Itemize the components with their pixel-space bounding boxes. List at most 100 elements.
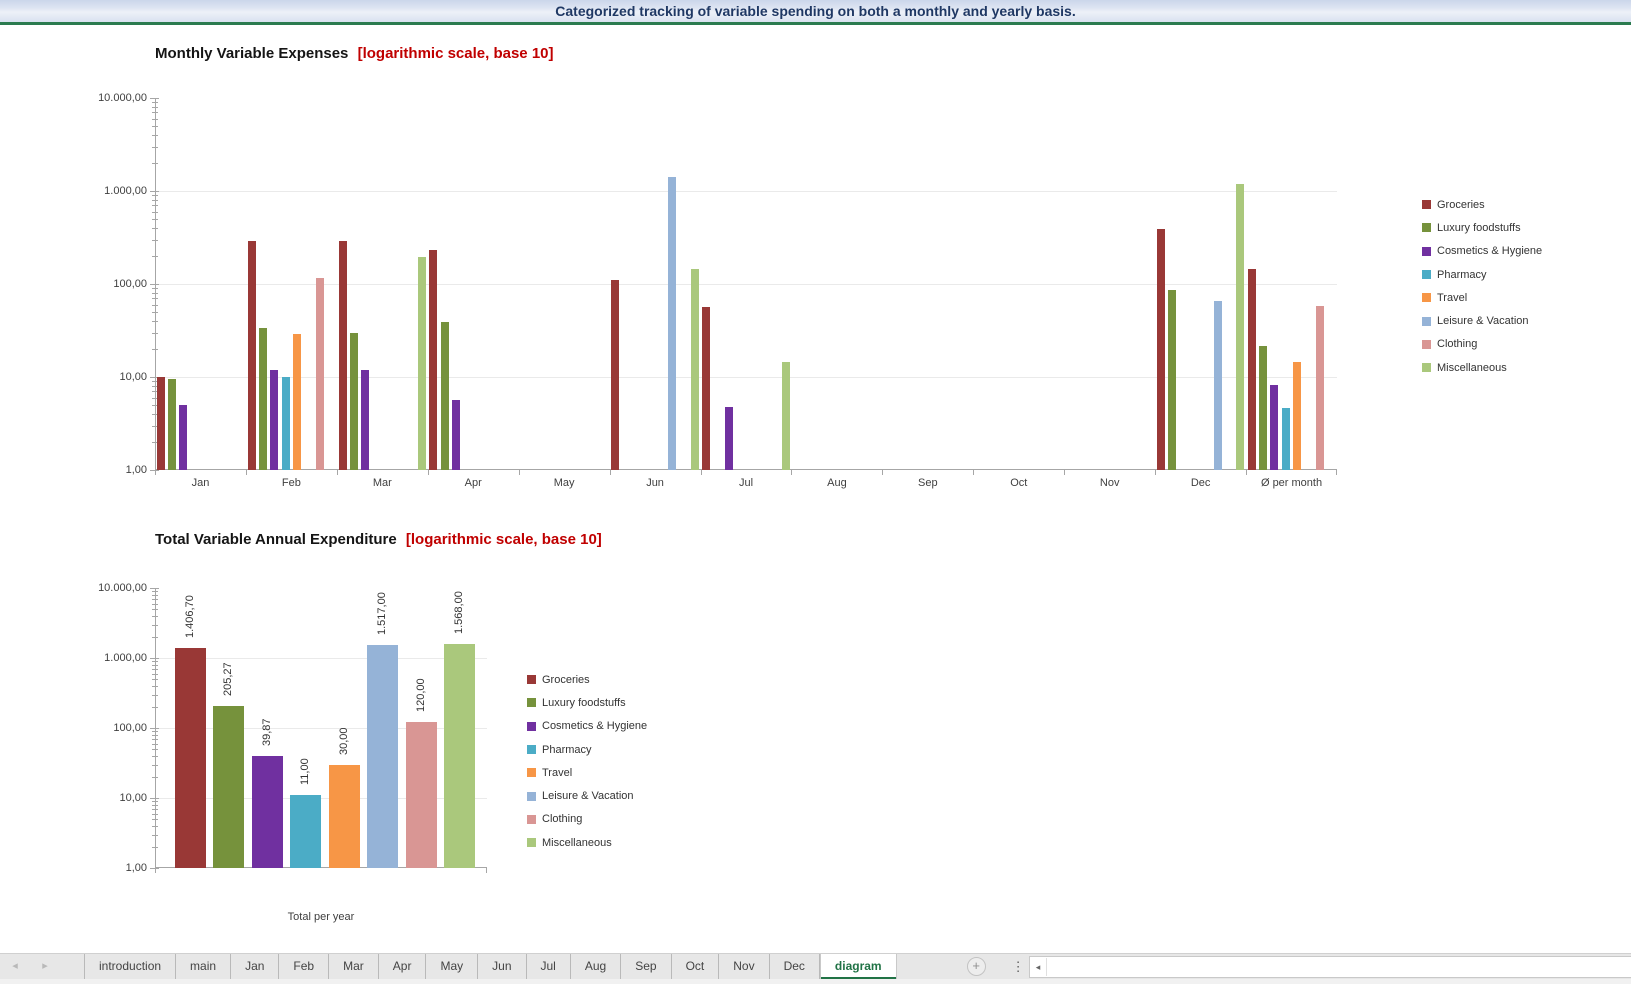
monthly-chart-title: Monthly Variable Expenses [logarithmic s… [155,45,554,62]
sheet-tab-jan[interactable]: Jan [231,954,279,979]
annual-legend-item-leisure-vacation: Leisure & Vacation [527,784,647,807]
monthly-y-minor-tick [152,333,158,334]
sheet-tab-main[interactable]: main [176,954,231,979]
sheet-tab-may[interactable]: May [426,954,478,979]
bar-value-label-cosmetics-hygiene: 39,87 [261,718,274,746]
monthly-y-minor-tick [152,102,158,103]
monthly-legend-item-pharmacy: Pharmacy [1422,263,1542,286]
sheet-tab-diagram[interactable]: diagram [820,954,897,979]
annual-legend-item-miscellaneous: Miscellaneous [527,831,647,854]
sheet-tab-nov[interactable]: Nov [719,954,769,979]
bar-clothing-feb [316,278,324,470]
bar-pharmacy-total [290,795,321,868]
monthly-x-label-oct: Oct [973,477,1064,489]
monthly-x-tick [1064,470,1065,475]
legend-label: Miscellaneous [542,837,612,849]
legend-label: Miscellaneous [1437,362,1507,374]
legend-label: Pharmacy [1437,269,1487,281]
monthly-y-minor-tick [152,256,158,257]
legend-swatch-icon [527,792,536,801]
sheet-tab-mar[interactable]: Mar [329,954,379,979]
sheet-tab-aug[interactable]: Aug [571,954,621,979]
legend-swatch-icon [1422,293,1431,302]
bar-luxury-foodstuffs-apr [441,322,449,470]
monthly-x-tick [1155,470,1156,475]
status-bar-edge [0,979,1631,984]
annual-y-minor-tick [152,765,158,766]
monthly-y-minor-tick [152,305,158,306]
sheet-tab-apr[interactable]: Apr [379,954,427,979]
bar-groceries-total [175,648,206,868]
monthly-x-tick [610,470,611,475]
legend-swatch-icon [1422,247,1431,256]
monthly-y-minor-tick [152,119,158,120]
monthly-y-axis-label: 10,00 [67,370,147,384]
monthly-y-major-tick [150,191,159,192]
sheet-tabs-strip: introductionmainJanFebMarAprMayJunJulAug… [84,954,897,979]
sheet-tab-jul[interactable]: Jul [527,954,571,979]
legend-swatch-icon [527,675,536,684]
bar-cosmetics-hygiene-feb [270,370,278,470]
monthly-x-label-jun: Jun [610,477,701,489]
tab-bar-more-icon[interactable]: ⋮ [1012,959,1026,975]
annual-y-minor-tick [152,735,158,736]
monthly-x-label-apr: Apr [428,477,519,489]
monthly-y-minor-tick [152,240,158,241]
monthly-x-label-nov: Nov [1064,477,1155,489]
bar-cosmetics-hygiene-per-month [1270,385,1278,470]
monthly-y-minor-tick [152,205,158,206]
legend-swatch-icon [527,838,536,847]
monthly-y-minor-tick [152,112,158,113]
banner-text: Categorized tracking of variable spendin… [555,3,1075,19]
bar-luxury-foodstuffs-per-month [1259,346,1267,470]
annual-legend-item-groceries: Groceries [527,668,647,691]
bar-leisure-vacation-jun [668,177,676,470]
annual-y-minor-tick [152,744,158,745]
sheet-tab-sep[interactable]: Sep [621,954,671,979]
annual-y-minor-tick [152,669,158,670]
bar-travel-feb [293,334,301,470]
legend-swatch-icon [1422,363,1431,372]
monthly-y-minor-tick [152,126,158,127]
scrollbar-left-arrow-icon[interactable]: ◂ [1030,958,1047,976]
monthly-chart-title-suffix: [logarithmic scale, base 10] [358,45,554,62]
sheet-tab-jun[interactable]: Jun [478,954,526,979]
legend-label: Clothing [1437,338,1477,350]
sheet-tab-dec[interactable]: Dec [770,954,820,979]
bar-clothing-total [406,722,437,868]
sheet-tab-introduction[interactable]: introduction [85,954,176,979]
annual-y-axis-label: 100,00 [67,721,147,735]
legend-swatch-icon [1422,340,1431,349]
annual-y-minor-tick [152,695,158,696]
sheet-tab-oct[interactable]: Oct [672,954,720,979]
annual-chart-plot: 10.000,001.000,00100,0010,001,001.406,70… [155,588,487,868]
monthly-legend-item-leisure-vacation: Leisure & Vacation [1422,309,1542,332]
annual-y-minor-tick [152,599,158,600]
annual-y-minor-tick [152,835,158,836]
annual-chart-title-suffix: [logarithmic scale, base 10] [406,531,602,548]
monthly-x-tick [519,470,520,475]
tabs-scroll-right-button[interactable]: ▸ [30,954,60,979]
monthly-x-label-mar: Mar [337,477,428,489]
monthly-y-minor-tick [152,321,158,322]
monthly-x-label-jul: Jul [701,477,792,489]
tabs-scroll-left-button[interactable]: ◂ [0,954,30,979]
legend-swatch-icon [1422,223,1431,232]
monthly-x-tick [428,470,429,475]
annual-legend-item-pharmacy: Pharmacy [527,738,647,761]
legend-label: Pharmacy [542,744,592,756]
monthly-x-tick [1246,470,1247,475]
bar-cosmetics-hygiene-jan [179,405,187,470]
legend-swatch-icon [527,768,536,777]
sheet-tab-feb[interactable]: Feb [279,954,329,979]
horizontal-scrollbar[interactable]: ◂ [1029,956,1631,978]
bar-pharmacy-per-month [1282,408,1290,471]
scrollbar-track[interactable] [1047,957,1631,977]
bar-value-label-miscellaneous: 1.568,00 [453,592,466,635]
add-sheet-button[interactable]: + [967,957,986,976]
bar-groceries-apr [429,250,437,471]
bar-travel-total [329,765,360,868]
monthly-y-minor-tick [152,349,158,350]
bar-luxury-foodstuffs-jan [168,379,176,470]
monthly-chart-legend: GroceriesLuxury foodstuffsCosmetics & Hy… [1422,193,1542,379]
